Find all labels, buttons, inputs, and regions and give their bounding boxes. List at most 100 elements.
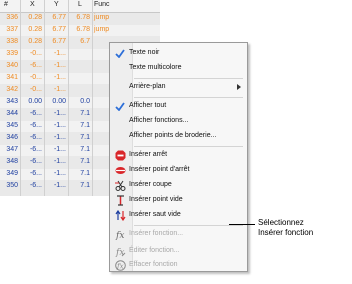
callout-annotation: Sélectionnez Insérer fonction <box>258 218 313 238</box>
table-cell: -1... <box>53 182 66 189</box>
table-cell: -0... <box>29 74 42 81</box>
scissors-icon <box>115 180 126 191</box>
table-cell: -6... <box>29 182 42 189</box>
table-cell: 348 <box>6 158 18 165</box>
table-cell: -1... <box>53 122 66 129</box>
tie-point-icon <box>115 167 126 174</box>
table-cell: -1... <box>53 50 66 57</box>
menu-item-label: Insérer fonction... <box>129 230 184 237</box>
table-row[interactable]: 337 0.28 6.77 6.78 jump <box>0 25 160 36</box>
table-cell: 0.00 <box>52 98 66 105</box>
menu-item-label: Afficher tout <box>129 102 167 109</box>
header-l[interactable]: L <box>78 1 82 8</box>
table-cell: -6... <box>29 170 42 177</box>
menu-item-label: Arrière-plan <box>129 83 166 90</box>
menu-item-inserer-saut-vide[interactable]: Insérer saut vide <box>110 208 247 223</box>
table-cell: 7.1 <box>80 134 90 141</box>
table-row[interactable]: 336 0.28 6.77 6.78 jump <box>0 13 160 24</box>
callout-leader-line <box>229 224 255 225</box>
menu-item-inserer-coupe[interactable]: Insérer coupe <box>110 178 247 193</box>
table-cell: 6.7 <box>80 38 90 45</box>
menu-item-label: Effacer fonction <box>129 261 178 268</box>
table-cell: -6... <box>29 62 42 69</box>
menu-item-label: Insérer coupe <box>129 181 172 188</box>
grid-header: # X Y L Func <box>0 0 160 13</box>
menu-item-afficher-points-broderie[interactable]: Afficher points de broderie... <box>110 129 247 144</box>
table-cell: 342 <box>6 86 18 93</box>
table-cell: 338 <box>6 38 18 45</box>
menu-item-arriere-plan[interactable]: Arrière-plan <box>110 80 247 95</box>
column-divider <box>44 0 45 196</box>
table-cell: 7.1 <box>80 110 90 117</box>
menu-item-label: Éditer fonction... <box>129 247 180 254</box>
table-cell: 339 <box>6 50 18 57</box>
table-cell: 6.78 <box>76 14 90 21</box>
stop-icon <box>115 150 126 161</box>
table-cell: -1... <box>53 86 66 93</box>
menu-item-texte-multicolore[interactable]: Texte multicolore <box>110 61 247 76</box>
menu-item-inserer-fonction[interactable]: fx Insérer fonction... <box>110 227 247 242</box>
menu-item-afficher-tout[interactable]: Afficher tout <box>110 99 247 114</box>
submenu-arrow-icon <box>237 84 241 90</box>
table-cell: 0.28 <box>28 26 42 33</box>
table-cell: 344 <box>6 110 18 117</box>
table-cell: -1... <box>53 110 66 117</box>
table-cell: -0... <box>29 86 42 93</box>
table-cell: jump <box>94 26 110 33</box>
context-menu: Texte noir Texte multicolore Arrière-pla… <box>109 42 248 272</box>
table-cell: -6... <box>29 146 42 153</box>
table-cell: 7.1 <box>80 182 90 189</box>
table-cell: 0.28 <box>28 14 42 21</box>
menu-separator <box>134 225 243 226</box>
table-cell: 341 <box>6 74 18 81</box>
header-y[interactable]: Y <box>54 1 59 8</box>
menu-item-afficher-fonctions[interactable]: Afficher fonctions... <box>110 114 247 129</box>
table-cell: -1... <box>53 134 66 141</box>
menu-item-label: Insérer point d'arrêt <box>129 166 190 173</box>
menu-item-label: Insérer point vide <box>129 196 183 203</box>
callout-line-2: Insérer fonction <box>258 228 314 237</box>
table-cell: 7.1 <box>80 122 90 129</box>
table-cell: 7.1 <box>80 158 90 165</box>
table-cell: 343 <box>6 98 18 105</box>
header-func[interactable]: Func <box>94 1 110 8</box>
table-cell: 6.77 <box>52 38 66 45</box>
table-cell: 6.77 <box>52 26 66 33</box>
table-cell: 6.78 <box>76 26 90 33</box>
column-divider <box>68 0 69 196</box>
table-cell: -1... <box>53 146 66 153</box>
menu-item-inserer-point-arret[interactable]: Insérer point d'arrêt <box>110 163 247 178</box>
svg-text:fx: fx <box>115 231 124 240</box>
menu-item-label: Texte multicolore <box>129 64 182 71</box>
delete-function-icon: fx <box>115 260 126 271</box>
menu-item-texte-noir[interactable]: Texte noir <box>110 46 247 61</box>
table-cell: -6... <box>29 158 42 165</box>
table-cell: 7.1 <box>80 170 90 177</box>
table-cell: 345 <box>6 122 18 129</box>
table-cell: 346 <box>6 134 18 141</box>
table-cell: 337 <box>6 26 18 33</box>
menu-item-label: Insérer arrêt <box>129 151 168 158</box>
menu-item-inserer-arret[interactable]: Insérer arrêt <box>110 148 247 163</box>
table-cell: 0.0 <box>80 98 90 105</box>
table-cell: 0.00 <box>28 98 42 105</box>
table-cell: -1... <box>53 158 66 165</box>
menu-item-editer-fonction[interactable]: fx Éditer fonction... <box>110 244 247 259</box>
table-cell: -6... <box>29 134 42 141</box>
menu-item-inserer-point-vide[interactable]: Insérer point vide <box>110 193 247 208</box>
header-x[interactable]: X <box>30 1 35 8</box>
table-cell: 349 <box>6 170 18 177</box>
menu-separator <box>134 78 243 79</box>
table-cell: -0... <box>29 50 42 57</box>
table-cell: -6... <box>29 110 42 117</box>
menu-item-label: Afficher fonctions... <box>129 117 189 124</box>
empty-point-icon <box>117 195 124 206</box>
empty-jump-icon <box>115 210 126 221</box>
menu-separator <box>134 97 243 98</box>
header-number[interactable]: # <box>4 1 21 8</box>
menu-item-effacer-fonction[interactable]: fx Effacer fonction <box>110 258 247 273</box>
table-cell: 347 <box>6 146 18 153</box>
table-cell: -1... <box>53 170 66 177</box>
menu-item-label: Texte noir <box>129 49 160 56</box>
table-cell: 0.28 <box>28 38 42 45</box>
